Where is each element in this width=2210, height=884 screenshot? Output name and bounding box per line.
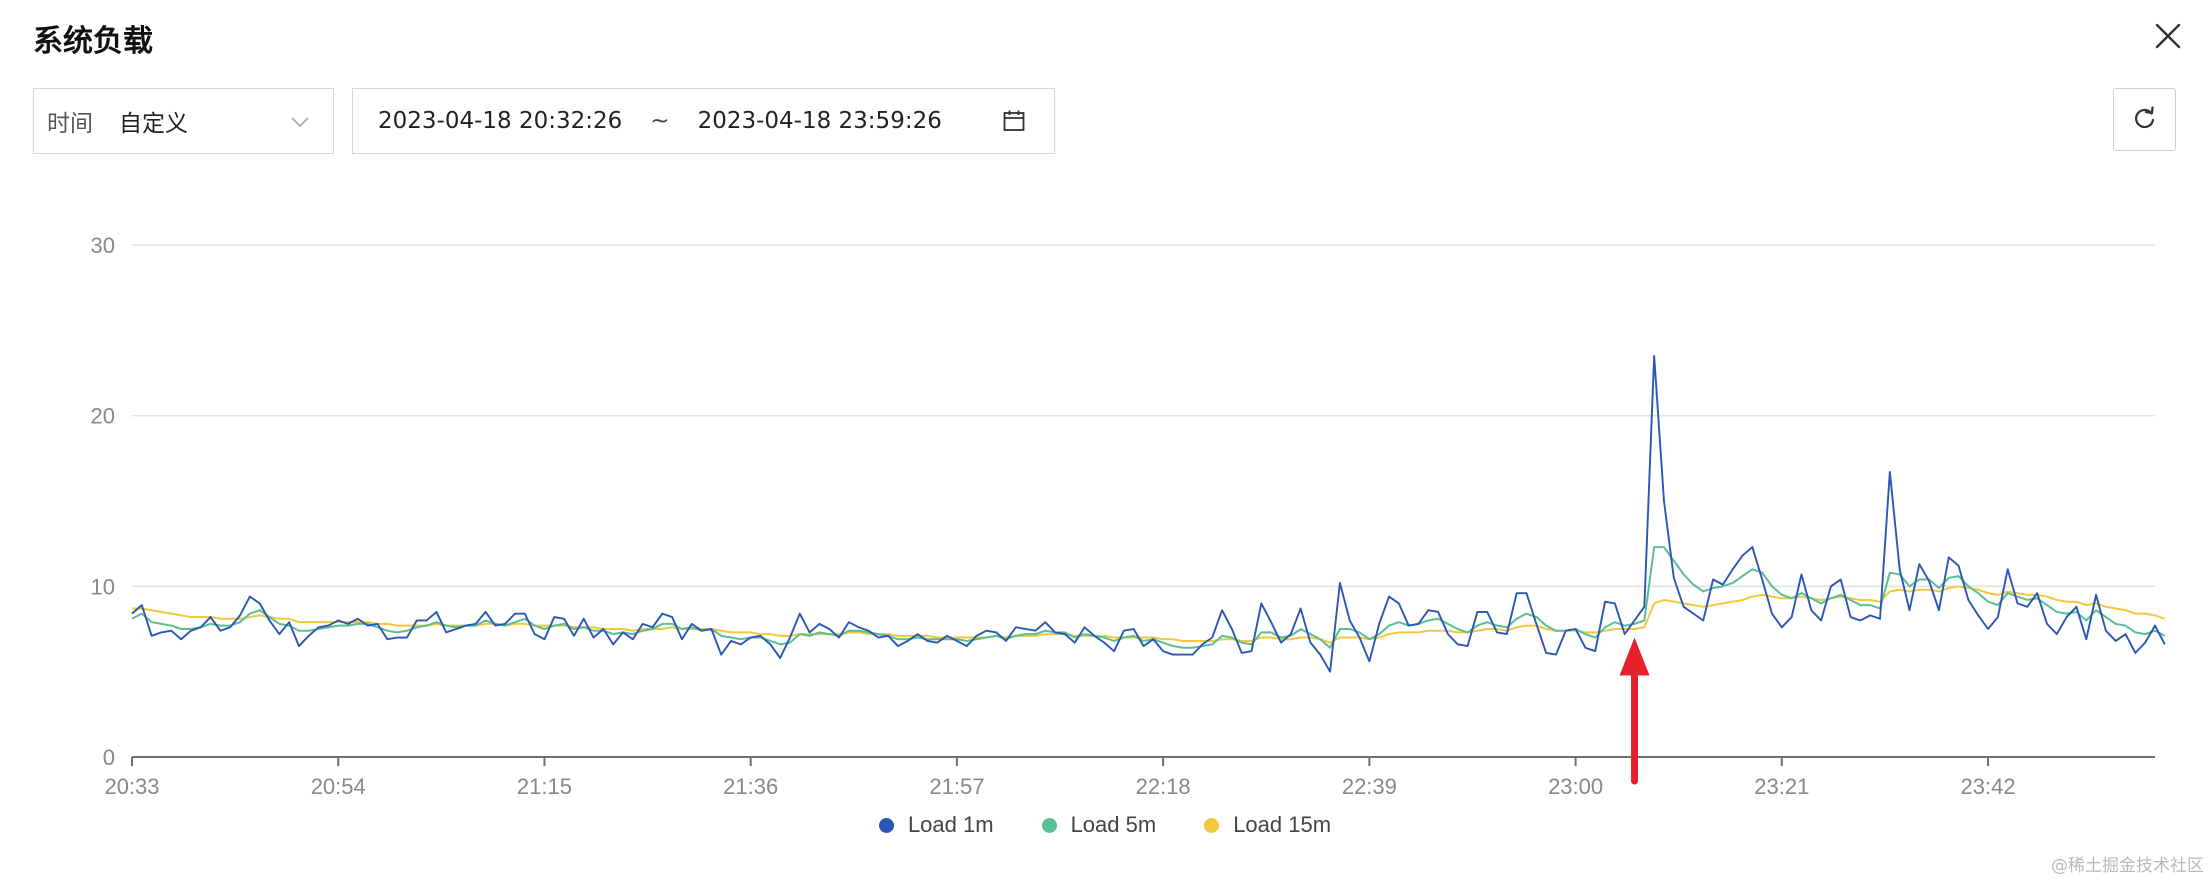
y-tick-label: 10 [91, 574, 115, 599]
y-axis-ticks: 0 10 20 30 [91, 233, 115, 770]
x-tick-label: 21:36 [723, 774, 778, 799]
system-load-chart: 0 10 20 30 20:33 20:54 21:15 21:36 21:57 22:18 22… [91, 233, 2166, 799]
chart-legend: Load 1m Load 5m Load 15m [0, 812, 2210, 838]
x-tick-label: 21:57 [929, 774, 984, 799]
legend-dot-load-1m [878, 817, 894, 833]
legend-label-load-5m: Load 5m [1070, 812, 1157, 837]
x-tick-label: 22:39 [1342, 774, 1397, 799]
y-tick-label: 0 [103, 745, 115, 770]
legend-item-load-15m[interactable]: Load 15m [1204, 812, 1331, 838]
legend-dot-load-15m [1204, 817, 1220, 833]
x-tick-label: 22:18 [1136, 774, 1191, 799]
legend-item-load-5m[interactable]: Load 5m [1041, 812, 1157, 838]
annotation-arrow-head [1619, 637, 1650, 676]
x-tick-label: 23:00 [1548, 774, 1603, 799]
chart-series [131, 354, 2166, 673]
x-axis: 20:33 20:54 21:15 21:36 21:57 22:18 22:39 23:00… [104, 756, 2155, 799]
chart-annotation [1619, 637, 1650, 785]
y-tick-label: 30 [91, 233, 115, 258]
x-tick-label: 23:21 [1754, 774, 1809, 799]
legend-label-load-1m: Load 1m [907, 812, 994, 837]
x-tick-label: 21:15 [517, 774, 572, 799]
x-tick-label: 20:33 [104, 774, 159, 799]
legend-item-load-1m[interactable]: Load 1m [878, 812, 994, 838]
chart-gridlines [132, 244, 2155, 588]
x-tick-label: 20:54 [311, 774, 366, 799]
watermark: @稀土掘金技术社区 [2051, 856, 2204, 876]
legend-dot-load-5m [1041, 817, 1057, 833]
legend-label-load-15m: Load 15m [1233, 812, 1332, 837]
y-tick-label: 20 [91, 404, 115, 429]
series-line-load-5m [131, 546, 2166, 649]
x-tick-label: 23:42 [1961, 774, 2016, 799]
